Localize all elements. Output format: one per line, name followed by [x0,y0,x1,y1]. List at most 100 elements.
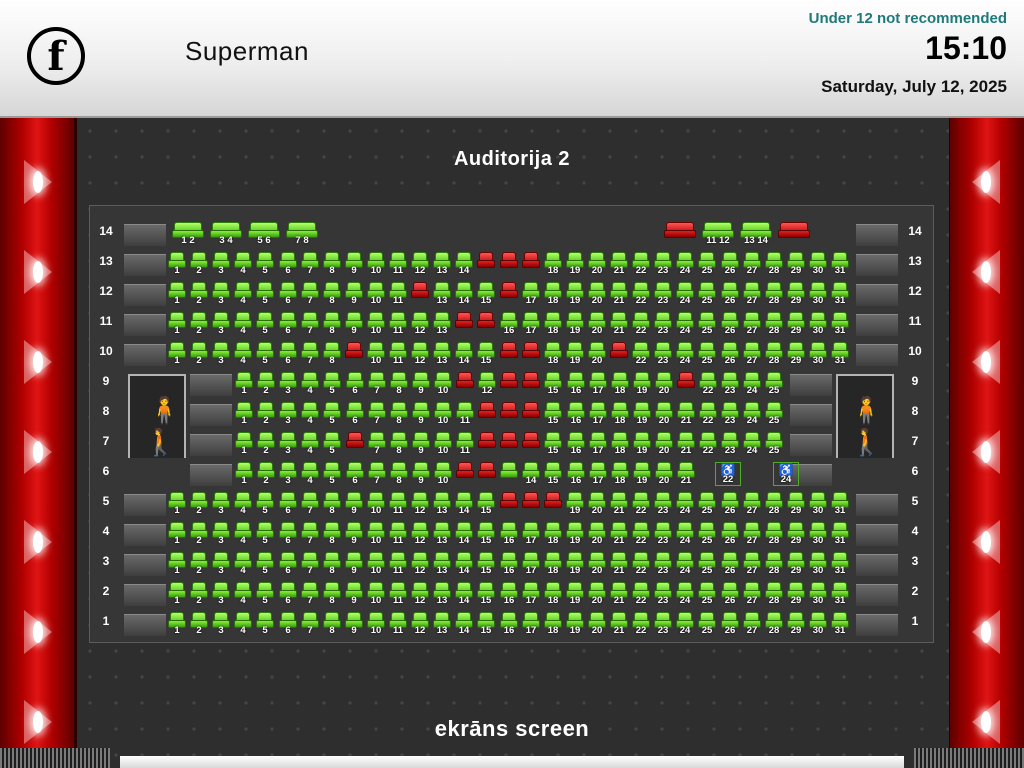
seat[interactable]: 8 [323,282,341,306]
seat[interactable]: 19 [633,402,651,426]
seat[interactable]: 14 [455,252,473,276]
seat[interactable]: 26 [721,252,739,276]
seat[interactable]: 23 [721,372,739,396]
seat[interactable]: 21 [677,462,695,486]
seat[interactable]: 22 [699,402,717,426]
seat[interactable]: 3 [279,432,297,456]
seat[interactable]: 2 [190,252,208,276]
seat[interactable]: 6 [279,252,297,276]
seat[interactable]: 21 [610,312,628,336]
seat[interactable]: 31 [831,522,849,546]
seat[interactable]: 7 [368,372,386,396]
seat[interactable]: 13 14 [740,222,772,246]
seat[interactable]: 26 [721,582,739,606]
seat[interactable]: 3 [212,282,230,306]
seat[interactable]: 7 [301,612,319,636]
seat[interactable]: 14 [455,282,473,306]
seat[interactable]: 10 [367,312,385,336]
seat[interactable]: 31 [831,582,849,606]
seat[interactable]: 5 [256,552,274,576]
seat[interactable]: 7 [301,522,319,546]
seat[interactable]: 27 [743,612,761,636]
seat[interactable]: 23 [654,282,672,306]
seat[interactable]: 24 [676,252,694,276]
seat[interactable]: 10 [367,342,385,366]
seat[interactable]: 17 [522,582,540,606]
seat[interactable]: 20 [655,462,673,486]
seat[interactable]: 13 [433,582,451,606]
seat[interactable]: 9 [345,252,363,276]
seat[interactable]: 24 [743,432,761,456]
seat[interactable]: 2 [257,402,275,426]
seat[interactable]: 15 [477,552,495,576]
seat[interactable]: 5 [256,282,274,306]
seat[interactable]: 29 [787,522,805,546]
seat[interactable]: 3 4 [210,222,242,246]
seat[interactable]: 28 [765,252,783,276]
seat[interactable]: 29 [787,582,805,606]
seat[interactable]: 17 [589,432,607,456]
seat[interactable]: 19 [633,432,651,456]
seat[interactable]: 9 [345,492,363,516]
seat[interactable]: 1 [235,432,253,456]
seat[interactable]: 10 [434,462,452,486]
seat[interactable]: 25 [698,612,716,636]
seat[interactable]: 9 [345,612,363,636]
seat[interactable]: 6 [346,402,364,426]
seat[interactable]: 28 [765,492,783,516]
seat[interactable]: 16 [500,312,518,336]
seat[interactable]: 20 [588,582,606,606]
seat[interactable]: 31 [831,492,849,516]
seat[interactable]: 5 [256,342,274,366]
seat[interactable]: 18 [544,552,562,576]
seat[interactable]: 3 [212,252,230,276]
seat[interactable]: 22 [699,432,717,456]
seat[interactable]: 29 [787,342,805,366]
seat[interactable]: 5 [256,582,274,606]
seat[interactable]: 21 [610,582,628,606]
seat[interactable]: 11 [389,252,407,276]
seat[interactable]: 25 [765,372,783,396]
seat[interactable]: 12 [411,492,429,516]
seat[interactable]: 11 [389,312,407,336]
seat[interactable]: 13 [433,552,451,576]
seat[interactable]: 2 [257,372,275,396]
seat[interactable]: 31 [831,252,849,276]
seat[interactable]: 23 [721,432,739,456]
seat[interactable]: 10 [367,522,385,546]
seat[interactable]: 3 [279,402,297,426]
seat[interactable]: 4 [301,372,319,396]
seat[interactable]: 11 [456,402,474,426]
seat[interactable]: 9 [345,582,363,606]
seat[interactable]: 13 [433,312,451,336]
seat[interactable]: 17 [522,612,540,636]
seat[interactable]: 5 [256,492,274,516]
seat[interactable]: 19 [566,522,584,546]
seat[interactable]: 14 [455,582,473,606]
seat[interactable]: 16 [500,552,518,576]
seat[interactable]: 30 [809,252,827,276]
seat[interactable]: 22 [632,312,650,336]
seat[interactable]: 12 [411,552,429,576]
seat[interactable]: 1 [168,252,186,276]
seat[interactable]: 27 [743,522,761,546]
seat[interactable]: 25 [698,492,716,516]
seat[interactable]: 20 [655,372,673,396]
seat[interactable]: 31 [831,342,849,366]
seat[interactable]: 15 [544,372,562,396]
seat[interactable]: 9 [412,432,430,456]
seat[interactable]: 18 [544,282,562,306]
seat[interactable]: 14 [455,342,473,366]
seat[interactable]: 3 [212,522,230,546]
seat[interactable]: 15 [477,522,495,546]
seat[interactable]: 20 [588,522,606,546]
seat[interactable]: 6 [279,522,297,546]
seat[interactable]: 1 [168,282,186,306]
seat[interactable]: 31 [831,312,849,336]
seat[interactable]: 12 [411,612,429,636]
seat[interactable]: 7 [301,552,319,576]
seat[interactable]: 9 [345,552,363,576]
seat[interactable]: 1 [235,372,253,396]
seat[interactable]: 1 [168,522,186,546]
seat[interactable]: 23 [654,252,672,276]
